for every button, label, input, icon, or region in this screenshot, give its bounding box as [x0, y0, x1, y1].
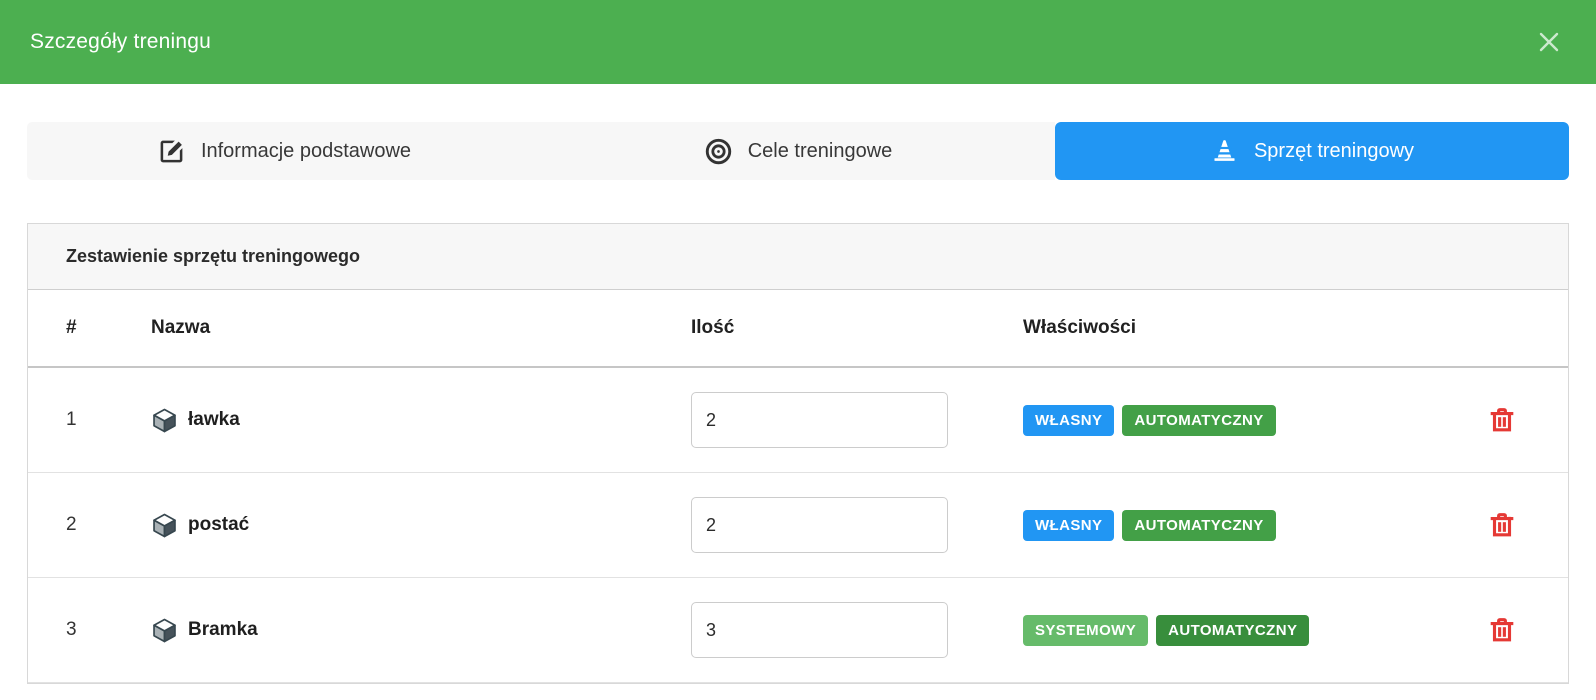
property-badge: AUTOMATYCZNY — [1122, 405, 1275, 436]
delete-button[interactable] — [1483, 401, 1521, 439]
column-header-properties: Właściwości — [1008, 290, 1436, 367]
table-row: 1 ławka — [28, 367, 1568, 473]
equipment-name: ławka — [188, 409, 240, 431]
tab-sprzet-treningowy[interactable]: Sprzęt treningowy — [1055, 122, 1569, 180]
panel-title: Zestawienie sprzętu treningowego — [28, 224, 1568, 290]
equipment-table: # Nazwa Ilość Właściwości 1 — [28, 290, 1568, 683]
training-details-modal: Szczegóły treningu Informacje podstawowe… — [0, 0, 1596, 684]
property-badge: SYSTEMOWY — [1023, 615, 1148, 646]
delete-button[interactable] — [1483, 506, 1521, 544]
target-icon — [704, 137, 733, 166]
row-index: 3 — [28, 578, 136, 683]
property-badge: AUTOMATYCZNY — [1122, 510, 1275, 541]
property-badge: WŁASNY — [1023, 510, 1114, 541]
quantity-input[interactable] — [691, 602, 948, 658]
column-header-name: Nazwa — [136, 290, 676, 367]
tab-label: Sprzęt treningowy — [1254, 140, 1414, 163]
tab-bar: Informacje podstawowe Cele treningowe Sp… — [27, 122, 1569, 180]
quantity-input[interactable] — [691, 392, 948, 448]
table-row: 2 postać — [28, 473, 1568, 578]
equipment-name: postać — [188, 514, 249, 536]
page-title: Szczegóły treningu — [30, 30, 211, 54]
cube-icon — [151, 407, 178, 434]
row-index: 2 — [28, 473, 136, 578]
trash-icon — [1487, 405, 1517, 435]
row-index: 1 — [28, 367, 136, 473]
quantity-input[interactable] — [691, 497, 948, 553]
trash-icon — [1487, 510, 1517, 540]
property-badge: AUTOMATYCZNY — [1156, 615, 1309, 646]
tab-informacje-podstawowe[interactable]: Informacje podstawowe — [27, 122, 541, 180]
tab-label: Informacje podstawowe — [201, 140, 411, 163]
traffic-cone-icon — [1210, 137, 1239, 166]
cube-icon — [151, 617, 178, 644]
modal-header: Szczegóły treningu — [0, 0, 1596, 84]
table-header-row: # Nazwa Ilość Właściwości — [28, 290, 1568, 367]
property-badge: WŁASNY — [1023, 405, 1114, 436]
tab-label: Cele treningowe — [748, 140, 893, 163]
table-row: 3 Bramka — [28, 578, 1568, 683]
column-header-index: # — [28, 290, 136, 367]
close-button[interactable] — [1532, 25, 1566, 59]
edit-square-icon — [157, 137, 186, 166]
column-header-quantity: Ilość — [676, 290, 1008, 367]
tab-cele-treningowe[interactable]: Cele treningowe — [541, 122, 1055, 180]
cube-icon — [151, 512, 178, 539]
delete-button[interactable] — [1483, 611, 1521, 649]
close-icon — [1538, 31, 1560, 53]
trash-icon — [1487, 615, 1517, 645]
equipment-panel: Zestawienie sprzętu treningowego # Nazwa… — [27, 223, 1569, 684]
equipment-name: Bramka — [188, 619, 258, 641]
column-header-actions — [1436, 290, 1568, 367]
